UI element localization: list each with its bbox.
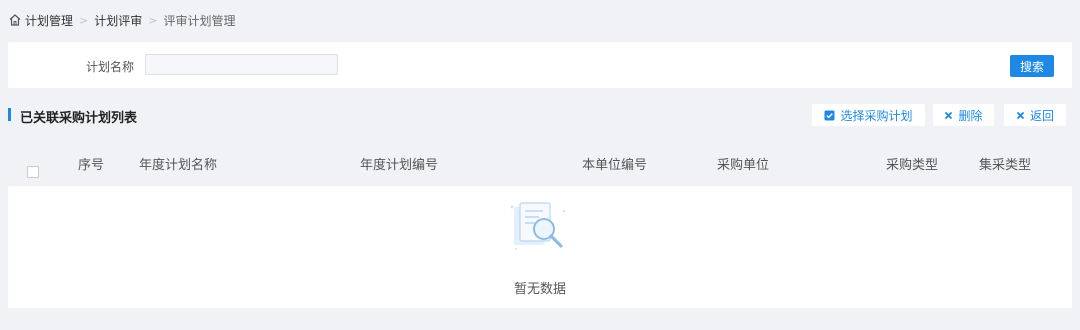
- plan-name-label: 计划名称: [86, 60, 135, 74]
- column-header-annual-plan-number: 年度计划编号: [360, 158, 439, 173]
- select-purchase-plan-button[interactable]: 选择采购计划: [812, 104, 925, 126]
- delete-label: 删除: [958, 108, 983, 123]
- select-all-checkbox[interactable]: [27, 166, 39, 178]
- back-label: 返回: [1029, 108, 1054, 123]
- search-panel: 计划名称 搜索: [8, 42, 1072, 88]
- back-button[interactable]: 返回: [1004, 104, 1066, 126]
- table-body: 暂无数据: [8, 186, 1072, 308]
- breadcrumb-separator-icon: >: [79, 13, 89, 27]
- list-title: 已关联采购计划列表: [20, 111, 138, 126]
- column-header-centralized-type: 集采类型: [979, 158, 1032, 173]
- close-icon: [944, 111, 953, 120]
- search-button[interactable]: 搜索: [1010, 55, 1054, 77]
- delete-button[interactable]: 删除: [933, 104, 994, 126]
- column-header-index: 序号: [78, 158, 105, 173]
- home-icon[interactable]: [8, 13, 22, 27]
- column-header-purchasing-unit: 采购单位: [717, 158, 770, 173]
- breadcrumb: 计划管理 > 计划评审 > 评审计划管理: [8, 10, 235, 30]
- title-accent-bar: [8, 108, 11, 121]
- breadcrumb-separator-icon: >: [148, 13, 158, 27]
- checkbox-checked-icon: [824, 110, 835, 121]
- close-icon: [1016, 111, 1025, 120]
- plan-name-input[interactable]: [145, 54, 338, 75]
- column-header-annual-plan-name: 年度计划名称: [139, 158, 218, 173]
- breadcrumb-item-plan-management[interactable]: 计划管理: [25, 12, 73, 29]
- column-header-unit-number: 本单位编号: [582, 158, 648, 173]
- column-header-purchase-type: 采购类型: [886, 158, 939, 173]
- breadcrumb-item-current: 评审计划管理: [163, 13, 236, 28]
- empty-state-text: 暂无数据: [513, 282, 566, 297]
- document-search-icon: [506, 199, 570, 257]
- select-purchase-plan-label: 选择采购计划: [840, 108, 913, 123]
- breadcrumb-item-plan-review[interactable]: 计划评审: [94, 12, 142, 29]
- table-header: 序号 年度计划名称 年度计划编号 本单位编号 采购单位 采购类型 集采类型: [8, 140, 1072, 184]
- list-header: 已关联采购计划列表 选择采购计划 删除 返回: [8, 102, 1072, 128]
